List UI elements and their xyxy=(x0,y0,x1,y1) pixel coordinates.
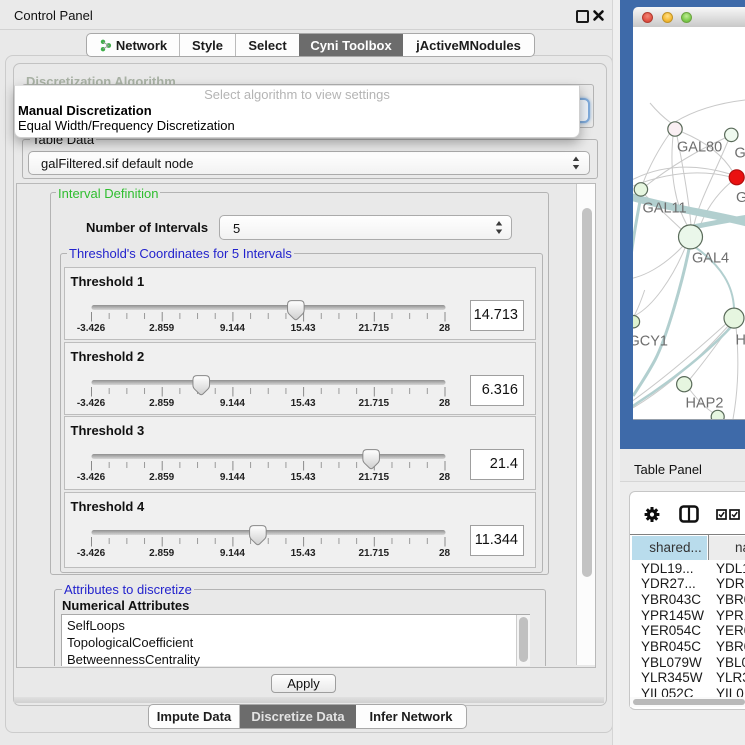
svg-text:GAL4: GAL4 xyxy=(692,251,729,267)
svg-text:GAL80: GAL80 xyxy=(677,140,722,156)
svg-text:GCY1: GCY1 xyxy=(633,334,668,350)
svg-text:HI: HI xyxy=(736,333,745,349)
svg-text:HAP2: HAP2 xyxy=(686,396,724,412)
svg-text:GAL11: GAL11 xyxy=(643,201,687,217)
svg-text:G: G xyxy=(736,190,745,206)
svg-text:GA: GA xyxy=(735,146,745,162)
